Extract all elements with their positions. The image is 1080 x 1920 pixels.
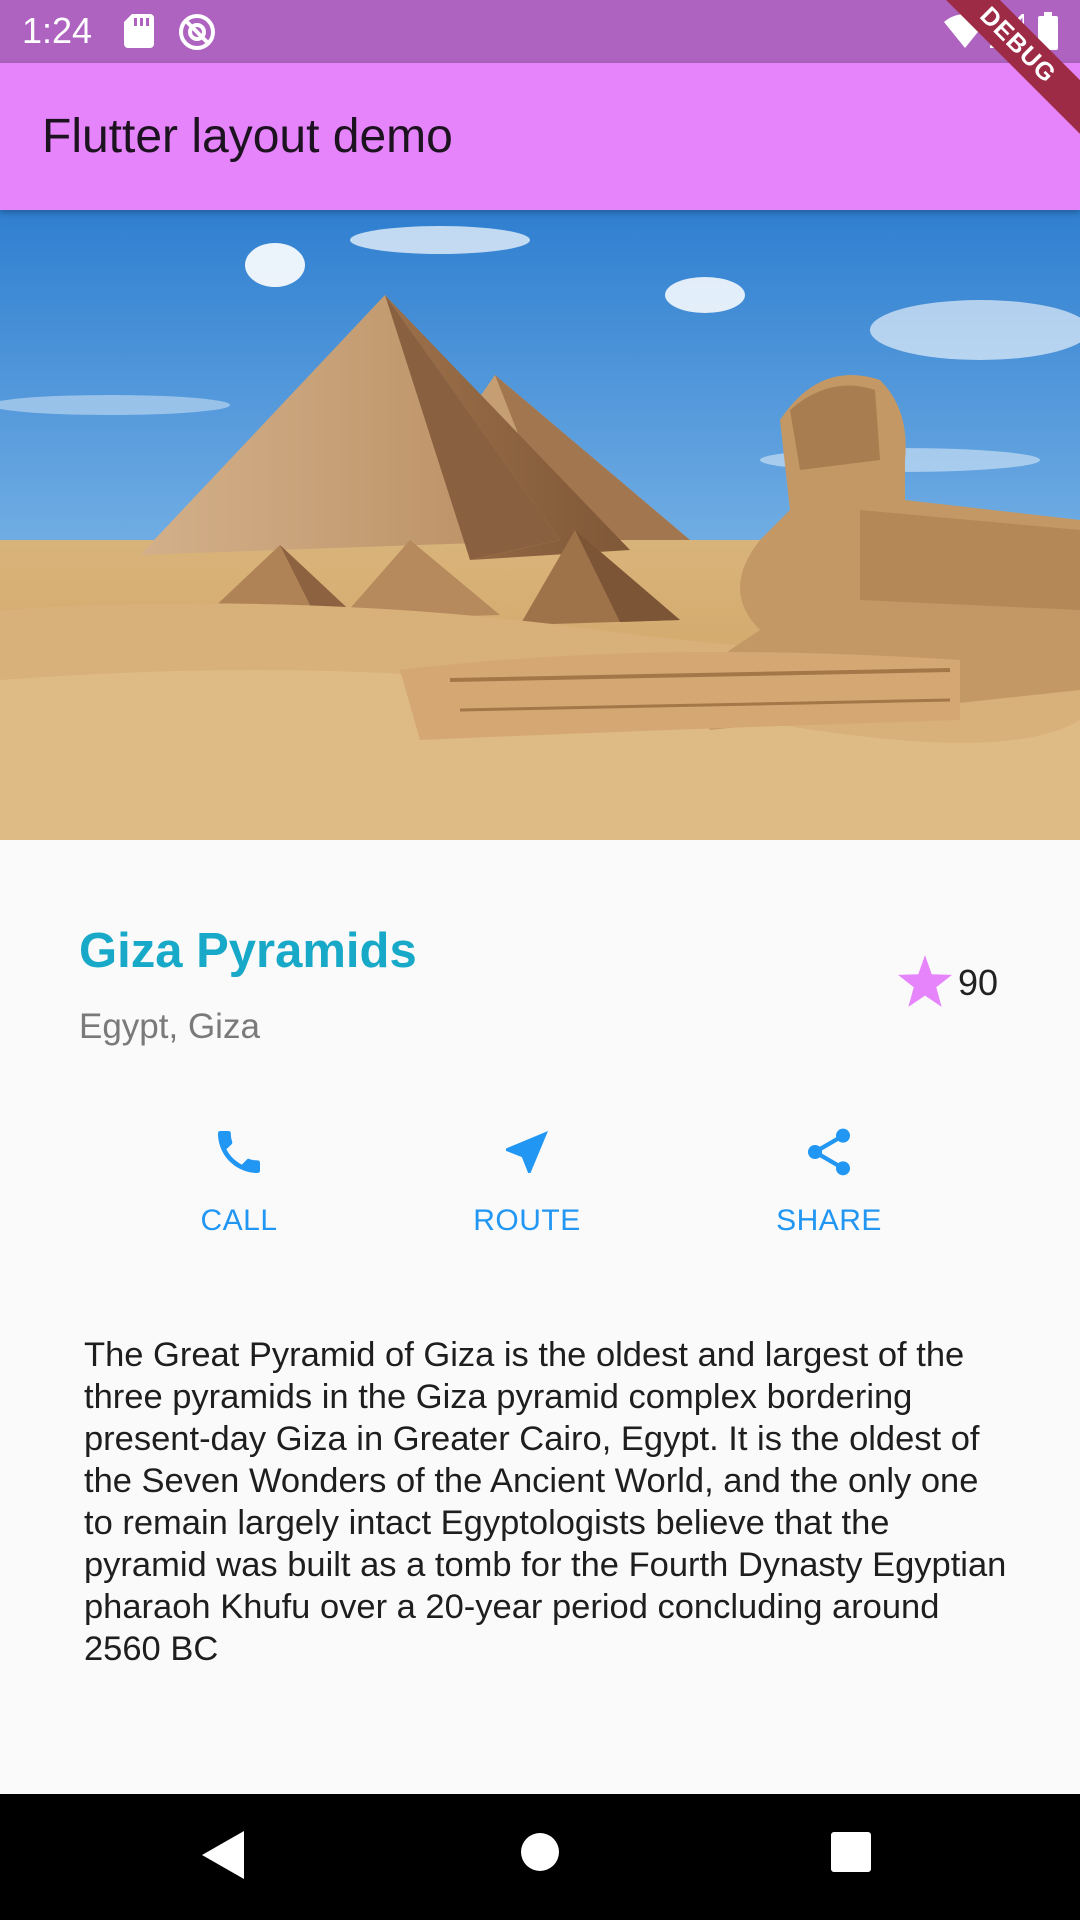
near-me-icon <box>499 1124 555 1180</box>
rating: 90 <box>898 954 999 1012</box>
share-button[interactable]: SHARE <box>729 1124 929 1254</box>
hero-image <box>0 210 1080 840</box>
sync-disabled-icon <box>178 13 216 56</box>
recents-icon[interactable] <box>831 1832 871 1877</box>
share-icon <box>801 1124 857 1180</box>
home-icon[interactable] <box>520 1832 560 1877</box>
star-icon <box>898 954 952 1012</box>
route-button[interactable]: ROUTE <box>427 1124 627 1254</box>
route-label: ROUTE <box>473 1204 581 1237</box>
call-button[interactable]: CALL <box>139 1124 339 1254</box>
nav-bar <box>0 1794 1080 1920</box>
app-bar: Flutter layout demo <box>0 63 1080 210</box>
back-icon[interactable] <box>202 1831 244 1884</box>
app-title: Flutter layout demo <box>42 110 453 163</box>
call-label: CALL <box>200 1204 278 1237</box>
description-text: The Great Pyramid of Giza is the oldest … <box>84 1336 1007 1668</box>
share-label: SHARE <box>776 1204 882 1237</box>
phone-icon <box>211 1124 267 1180</box>
status-time: 1:24 <box>22 10 93 51</box>
rating-count: 90 <box>958 962 999 1003</box>
place-location: Egypt, Giza <box>79 1007 260 1046</box>
place-title: Giza Pyramids <box>79 924 417 978</box>
status-bar: 1:24 <box>0 0 1080 63</box>
sd-card-icon <box>124 14 154 53</box>
